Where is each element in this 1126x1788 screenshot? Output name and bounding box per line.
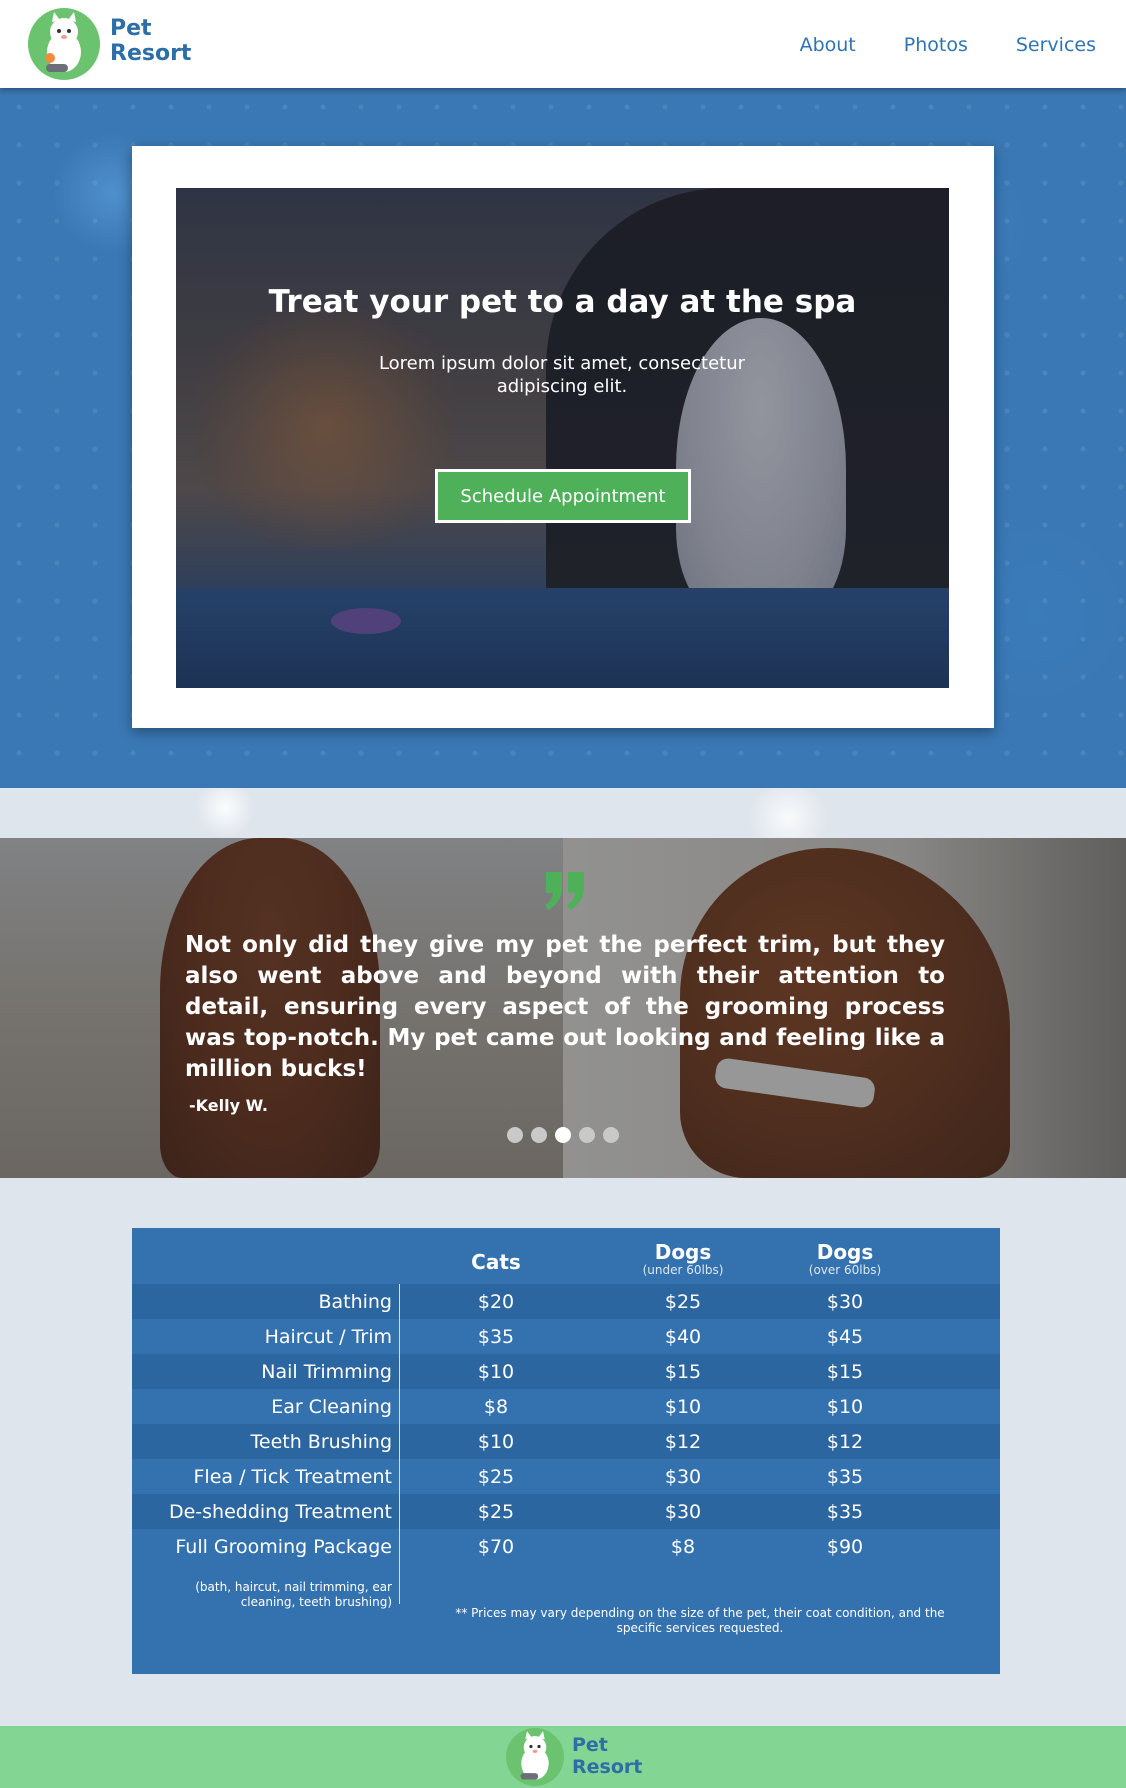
hero-section: Treat your pet to a day at the spa Lorem… [0,88,1126,788]
price-dog-large: $35 [826,1466,864,1488]
price-cat: $70 [477,1536,515,1558]
testimonial-author: -Kelly W. [189,1096,268,1115]
price-table: Cats Dogs (under 60lbs) Dogs (over 60lbs… [132,1228,1000,1674]
price-dog-large: $45 [826,1326,864,1348]
carousel-dot-4[interactable] [579,1127,595,1143]
price-row: Haircut / Trim $35 $40 $45 [132,1319,1000,1354]
price-dog-small: $8 [670,1536,696,1558]
price-cat: $10 [477,1431,515,1453]
service-name: Teeth Brushing [250,1431,393,1453]
logo-cat-icon [506,1728,564,1786]
column-title: Dogs [654,1240,712,1264]
price-row: Nail Trimming $10 $15 $15 [132,1354,1000,1389]
nav-links: About Photos Services [800,34,1096,56]
price-dog-small: $40 [664,1326,702,1348]
service-name: Full Grooming Package [175,1536,392,1558]
price-dog-large: $30 [826,1291,864,1313]
carousel-dot-3[interactable] [555,1127,571,1143]
package-note: (bath, haircut, nail trimming, ear clean… [195,1580,392,1609]
price-cat: $35 [477,1326,515,1348]
column-header-cats: Cats [446,1240,546,1274]
schedule-appointment-button[interactable]: Schedule Appointment [435,469,691,523]
service-name: Nail Trimming [261,1361,392,1383]
column-title: Dogs [816,1240,874,1264]
price-table-header: Cats Dogs (under 60lbs) Dogs (over 60lbs… [132,1228,1000,1284]
price-cat: $25 [477,1466,515,1488]
quote-icon [540,868,590,918]
price-cat: $8 [483,1396,509,1418]
price-dog-large: $12 [826,1431,864,1453]
site-logo[interactable]: Pet Resort [28,8,208,80]
nav-link-about[interactable]: About [800,34,856,56]
price-row: Flea / Tick Treatment $25 $30 $35 [132,1459,1000,1494]
price-cat: $10 [477,1361,515,1383]
column-subtitle: (over 60lbs) [808,1263,882,1277]
footer-logo[interactable]: Pet Resort [506,1728,656,1786]
hero-card: Treat your pet to a day at the spa Lorem… [132,146,994,728]
price-row: De-shedding Treatment $25 $30 $35 [132,1494,1000,1529]
column-subtitle: (under 60lbs) [642,1263,724,1277]
carousel-dots [507,1127,619,1143]
price-dog-large: $10 [826,1396,864,1418]
service-name: Flea / Tick Treatment [193,1466,393,1488]
price-cat: $25 [477,1501,515,1523]
carousel-dot-5[interactable] [603,1127,619,1143]
price-row: Full Grooming Package $70 $8 $90 [132,1529,1000,1564]
price-row: Ear Cleaning $8 $10 $10 [132,1389,1000,1424]
carousel-dot-2[interactable] [531,1127,547,1143]
hero-photo: Treat your pet to a day at the spa Lorem… [176,188,949,688]
bubble-divider [0,788,1126,838]
price-dog-large: $35 [826,1501,864,1523]
service-name: Bathing [318,1291,392,1313]
price-dog-small: $12 [664,1431,702,1453]
nav-link-services[interactable]: Services [1016,34,1096,56]
service-name: De-shedding Treatment [168,1501,392,1523]
price-dog-small: $30 [664,1466,702,1488]
logo-cat-icon [28,8,100,80]
carousel-dot-1[interactable] [507,1127,523,1143]
pricing-footnote: ** Prices may vary depending on the size… [455,1606,945,1635]
price-dog-small: $15 [664,1361,702,1383]
hero-subtitle: Lorem ipsum dolor sit amet, consectetur … [378,353,746,397]
nav-link-photos[interactable]: Photos [904,34,968,56]
price-dog-small: $30 [664,1501,702,1523]
price-dog-large: $15 [826,1361,864,1383]
logo-text: Pet Resort [110,16,191,66]
testimonial-section: Not only did they give my pet the perfec… [0,838,1126,1178]
testimonial-quote: Not only did they give my pet the perfec… [185,932,945,1082]
logo-text-line1: Pet [110,16,152,41]
logo-text-line2: Resort [110,41,192,66]
service-name: Ear Cleaning [271,1396,392,1418]
column-divider [399,1284,400,1604]
pricing-section: Cats Dogs (under 60lbs) Dogs (over 60lbs… [0,1178,1126,1726]
hero-title: Treat your pet to a day at the spa [268,284,857,320]
price-row: Teeth Brushing $10 $12 $12 [132,1424,1000,1459]
logo-text-line2: Resort [572,1756,643,1778]
logo-text: Pet Resort [572,1734,642,1778]
column-header-dogs-large: Dogs (over 60lbs) [780,1240,910,1276]
logo-text-line1: Pet [572,1734,608,1756]
column-title: Cats [471,1250,521,1274]
price-row: Bathing $20 $25 $30 [132,1284,1000,1319]
price-dog-small: $10 [664,1396,702,1418]
price-cat: $20 [477,1291,515,1313]
price-dog-small: $25 [664,1291,702,1313]
top-nav: Pet Resort About Photos Services [0,0,1126,88]
column-header-dogs-small: Dogs (under 60lbs) [618,1240,748,1276]
service-name: Haircut / Trim [264,1326,392,1348]
price-dog-large: $90 [826,1536,864,1558]
footer: Pet Resort [0,1726,1126,1788]
